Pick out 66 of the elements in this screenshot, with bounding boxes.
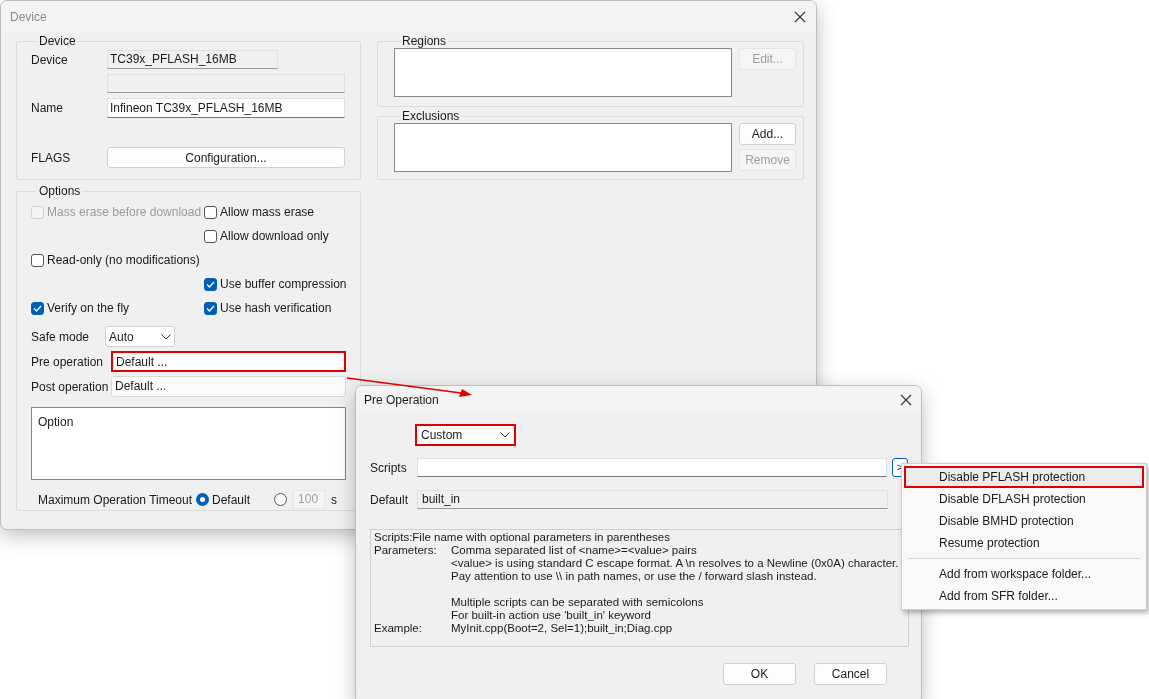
help-text: Comma separated list of <name>=<value> pairs	[451, 544, 698, 557]
checkbox-label: Allow mass erase	[220, 204, 315, 221]
help-text: <value> is using standard C escape format. A \n resolves to a Newline (0x0A) character.	[451, 557, 899, 570]
window-title: Device	[10, 8, 47, 26]
exclusions-list[interactable]	[394, 123, 732, 172]
checkbox-label: Read-only (no modifications)	[47, 252, 200, 269]
operation-field[interactable]: Default ...	[111, 376, 346, 397]
field-label: Device	[31, 51, 69, 69]
help-text: For built-in action use 'built_in' keyword	[451, 609, 652, 622]
option-box: Option	[31, 407, 346, 480]
menu-item[interactable]: Disable DFLASH protection	[904, 488, 1144, 510]
menu-item[interactable]: Add from SFR folder...	[904, 585, 1144, 607]
menu-item[interactable]: Disable BMHD protection	[904, 510, 1144, 532]
group-title: Options	[38, 184, 82, 198]
scripts-input[interactable]	[416, 458, 887, 477]
name-input[interactable]: Infineon TC39x_PFLASH_16MB	[107, 98, 345, 118]
field-label: FLAGS	[31, 149, 72, 167]
help-text: Multiple scripts can be separated with semicolons	[451, 596, 705, 609]
help-text: Pay attention to use \\ in path names, or use the / forward slash instead.	[451, 570, 818, 583]
group-title: Regions	[401, 34, 448, 48]
field-label: Safe mode	[31, 328, 91, 346]
menu-item[interactable]: Add from workspace folder...	[904, 563, 1144, 585]
checkbox[interactable]	[204, 301, 217, 315]
group-title: Device	[38, 34, 77, 48]
window-title: Pre Operation	[364, 392, 439, 409]
field-label: Scripts	[370, 459, 408, 477]
help-text: MyInit.cpp(Boot=2, Sel=1);built_in;Diag.cpp	[451, 622, 673, 635]
safe-mode-dropdown[interactable]: Auto	[105, 326, 175, 347]
close-icon[interactable]	[900, 394, 912, 406]
radio-label: Default	[212, 491, 251, 509]
regions-list[interactable]	[394, 48, 732, 97]
chevron-down-icon	[500, 432, 510, 438]
menu-item[interactable]: Resume protection	[904, 532, 1144, 554]
unit-label: s	[331, 491, 338, 509]
help-label: Example:	[374, 622, 423, 635]
field-label: Post operation	[31, 378, 110, 396]
radio-button[interactable]	[274, 493, 288, 506]
checkbox-label: Mass erase before download	[47, 204, 202, 221]
checkbox[interactable]	[31, 253, 44, 267]
timeout-label: Maximum Operation Timeout	[38, 491, 194, 509]
checkbox[interactable]	[31, 301, 44, 315]
readonly-field: TC39x_PFLASH_16MB	[107, 50, 278, 69]
checkbox-label: Verify on the fly	[47, 300, 130, 317]
help-label: Parameters:	[374, 544, 438, 558]
menu-item[interactable]: Disable PFLASH protection	[904, 466, 1144, 488]
group-title: Exclusions	[401, 109, 461, 123]
chevron-down-icon	[161, 333, 171, 340]
help-text: Scripts:File name with optional parameters in parentheses	[374, 531, 671, 544]
checkbox-label: Use buffer compression	[220, 276, 347, 293]
field-label: Name	[31, 100, 64, 117]
checkbox[interactable]	[204, 205, 217, 219]
operation-field[interactable]: Default ...	[111, 351, 346, 372]
dialog-button[interactable]: Add...	[739, 123, 796, 145]
mode-dropdown[interactable]: Custom	[415, 424, 516, 446]
field-label: Default	[370, 491, 410, 509]
default-field: built_in	[417, 490, 888, 509]
checkbox-label: Allow download only	[220, 228, 329, 245]
configuration-button[interactable]: Configuration...	[107, 147, 345, 168]
checkbox-label: Use hash verification	[220, 300, 332, 317]
field-label: Pre operation	[31, 353, 105, 371]
checkbox[interactable]	[204, 229, 217, 243]
close-icon[interactable]	[794, 10, 806, 23]
dialog-button[interactable]: OK	[723, 663, 796, 685]
checkbox[interactable]	[204, 277, 217, 291]
dialog-button[interactable]: Cancel	[814, 663, 887, 685]
radio-button[interactable]	[196, 493, 209, 506]
